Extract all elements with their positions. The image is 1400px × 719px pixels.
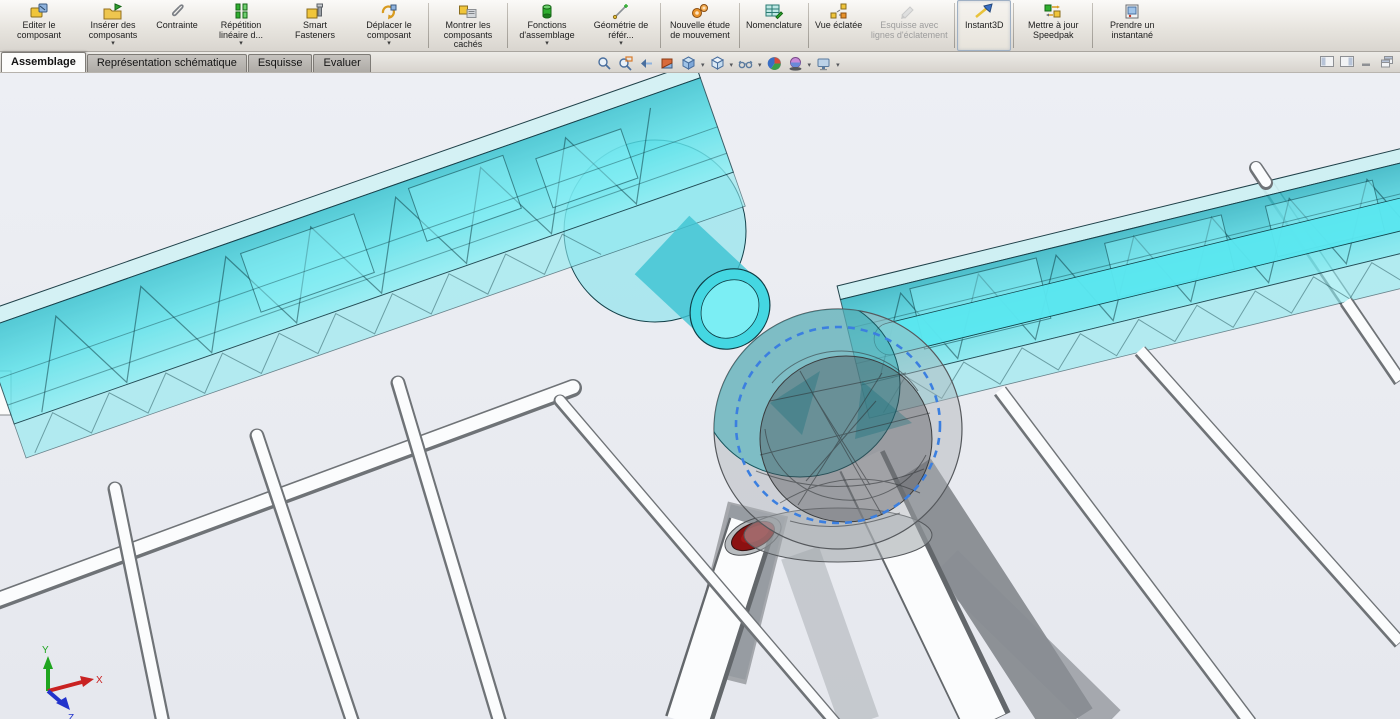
dropdown-caret-icon[interactable] (700, 54, 706, 72)
smart-fasteners-label: Smart Fasteners (282, 21, 348, 40)
edit-appearance-icon[interactable] (765, 54, 784, 72)
edit-component-button[interactable]: Editer le composant (2, 0, 76, 51)
explode-line-sketch-button[interactable]: Esquisse avec lignes d'éclatement (866, 0, 952, 51)
show-hidden-components-label: Montrer les composants cachés (435, 21, 501, 50)
apply-scene-icon[interactable] (786, 54, 805, 72)
assembly-features-icon (537, 3, 557, 20)
toolbar-separator (1013, 3, 1014, 48)
toolbar-separator (739, 3, 740, 48)
zoom-area-icon[interactable] (616, 54, 635, 72)
smart-fasteners-button[interactable]: Smart Fasteners (278, 0, 352, 51)
feature-pane-right-icon[interactable] (1339, 55, 1354, 68)
move-component-icon (379, 3, 399, 20)
move-component-button[interactable]: Déplacer le composant (352, 0, 426, 51)
dropdown-caret-icon[interactable] (757, 54, 763, 72)
toolbar-separator (507, 3, 508, 48)
edit-component-label: Editer le composant (6, 21, 72, 40)
dropdown-caret-icon[interactable] (111, 40, 115, 47)
heads-up-view-toolbar (595, 54, 841, 72)
take-snapshot-label: Prendre un instantané (1099, 21, 1165, 40)
toolbar-separator (954, 3, 955, 48)
dropdown-caret-icon[interactable] (239, 40, 243, 47)
linear-pattern-button[interactable]: Répétition linéaire d... (204, 0, 278, 51)
section-view-icon[interactable] (658, 54, 677, 72)
bill-of-materials-button[interactable]: Nomenclature (742, 0, 806, 51)
instant3d-button[interactable]: Instant3D (957, 0, 1011, 51)
move-component-label: Déplacer le composant (356, 21, 422, 40)
insert-components-icon (103, 3, 123, 20)
toolbar-separator (660, 3, 661, 48)
update-speedpak-label: Mettre à jour Speedpak (1020, 21, 1086, 40)
dropdown-caret-icon[interactable] (545, 40, 549, 47)
insert-components-button[interactable]: Insérer des composants (76, 0, 150, 51)
dropdown-caret-icon[interactable] (619, 40, 623, 47)
view-orientation-icon[interactable] (679, 54, 698, 72)
bill-of-materials-icon (764, 3, 784, 20)
instant3d-label: Instant3D (965, 21, 1004, 31)
show-hidden-components-button[interactable]: Montrer les composants cachés (431, 0, 505, 51)
tab-strip: Assemblage Représentation schématique Es… (0, 52, 372, 72)
reference-geometry-label: Géométrie de référ... (588, 21, 654, 40)
mate-label: Contrainte (156, 21, 198, 31)
feature-pane-left-icon[interactable] (1319, 55, 1334, 68)
minimize-window-icon[interactable] (1359, 55, 1374, 68)
graphics-area[interactable]: Y X Z (0, 73, 1400, 719)
tab-esquisse[interactable]: Esquisse (248, 54, 313, 72)
explode-line-sketch-icon (899, 3, 919, 20)
linear-pattern-label: Répétition linéaire d... (208, 21, 274, 40)
assembly-features-label: Fonctions d'assemblage (514, 21, 580, 40)
tab-assemblage[interactable]: Assemblage (1, 52, 86, 72)
exploded-view-label: Vue éclatée (815, 21, 862, 31)
command-manager-toolbar: Editer le composant Insérer des composan… (0, 0, 1400, 52)
dropdown-caret-icon[interactable] (387, 40, 391, 47)
instant3d-icon (974, 3, 994, 20)
exploded-view-icon (829, 3, 849, 20)
hide-show-items-icon[interactable] (736, 54, 755, 72)
take-snapshot-button[interactable]: Prendre un instantané (1095, 0, 1169, 51)
document-window-controls (1319, 55, 1394, 68)
toolbar-separator (428, 3, 429, 48)
motion-study-button[interactable]: Nouvelle étude de mouvement (663, 0, 737, 51)
triad-x-label: X (96, 675, 103, 686)
linear-pattern-icon (231, 3, 251, 20)
take-snapshot-icon (1122, 3, 1142, 20)
view-settings-icon[interactable] (814, 54, 833, 72)
explode-line-sketch-label: Esquisse avec lignes d'éclatement (870, 21, 948, 40)
smart-fasteners-icon (305, 3, 325, 20)
bill-of-materials-label: Nomenclature (746, 21, 802, 31)
previous-view-icon[interactable] (637, 54, 656, 72)
reference-geometry-button[interactable]: Géométrie de référ... (584, 0, 658, 51)
dropdown-caret-icon[interactable] (729, 54, 735, 72)
dropdown-caret-icon[interactable] (807, 54, 813, 72)
tab-evaluer[interactable]: Evaluer (313, 54, 370, 72)
update-speedpak-button[interactable]: Mettre à jour Speedpak (1016, 0, 1090, 51)
insert-components-label: Insérer des composants (80, 21, 146, 40)
display-style-icon[interactable] (708, 54, 727, 72)
mate-paperclip-icon (167, 3, 187, 20)
motion-study-label: Nouvelle étude de mouvement (667, 21, 733, 40)
assembly-3d-scene[interactable]: Y X Z (0, 73, 1400, 719)
exploded-view-button[interactable]: Vue éclatée (811, 0, 866, 51)
tab-representation-schematique[interactable]: Représentation schématique (87, 54, 247, 72)
show-hidden-components-icon (458, 3, 478, 20)
motion-study-icon (690, 3, 710, 20)
zoom-fit-icon[interactable] (595, 54, 614, 72)
reference-geometry-icon (611, 3, 631, 20)
update-speedpak-icon (1043, 3, 1063, 20)
toolbar-separator (1092, 3, 1093, 48)
toolbar-separator (808, 3, 809, 48)
mate-button[interactable]: Contrainte (150, 0, 204, 51)
assembly-features-button[interactable]: Fonctions d'assemblage (510, 0, 584, 51)
triad-z-label: Z (68, 713, 74, 719)
triad-y-label: Y (42, 645, 49, 656)
dropdown-caret-icon[interactable] (835, 54, 841, 72)
edit-component-icon (29, 3, 49, 20)
command-manager-tab-row: Assemblage Représentation schématique Es… (0, 52, 1400, 73)
solidworks-window: Editer le composant Insérer des composan… (0, 0, 1400, 719)
restore-window-icon[interactable] (1379, 55, 1394, 68)
